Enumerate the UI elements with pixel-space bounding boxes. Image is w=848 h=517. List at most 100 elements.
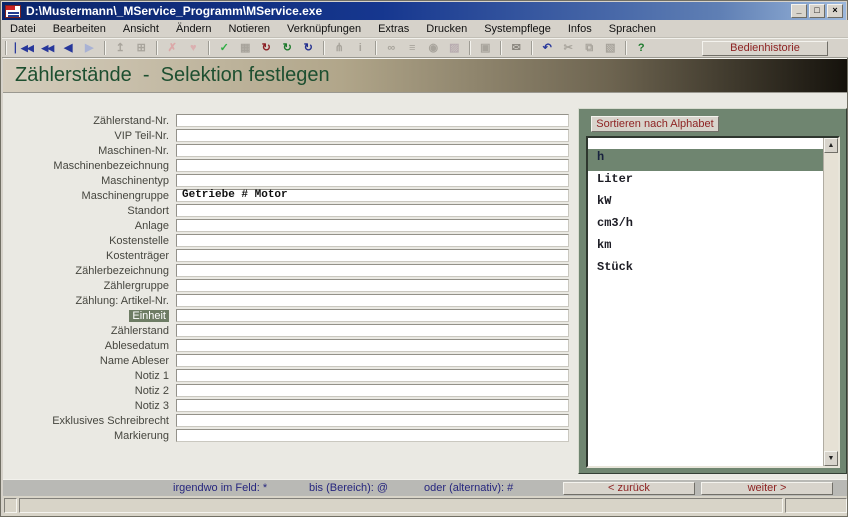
print-icon: ▣ [479, 40, 492, 56]
listbox-scrollbar[interactable]: ▲ ▼ [823, 138, 838, 466]
field-input-maschinengruppe[interactable]: Getriebe # Motor [176, 189, 569, 202]
toolbar-separator [5, 41, 7, 55]
menu-item-sprachen[interactable]: Sprachen [609, 23, 656, 35]
minimize-button[interactable]: _ [791, 4, 807, 18]
field-label-zählung-artikel-nr: Zählung: Artikel-Nr. [3, 295, 169, 308]
toolbar-separator [500, 41, 502, 55]
form-row-zählerbezeichnung: Zählerbezeichnung [3, 264, 578, 279]
toolbar-separator [156, 41, 158, 55]
hint-bar: irgendwo im Feld: * bis (Bereich): @ ode… [3, 479, 847, 496]
field-label-einheit: Einheit [3, 310, 169, 323]
field-input-markierung[interactable] [176, 429, 569, 442]
form-row-maschinentyp: Maschinentyp [3, 174, 578, 189]
form-row-zählung-artikel-nr: Zählung: Artikel-Nr. [3, 294, 578, 309]
field-label-zählerstand-nr: Zählerstand-Nr. [3, 115, 169, 128]
field-input-maschinentyp[interactable] [176, 174, 569, 187]
field-input-notiz-3[interactable] [176, 399, 569, 412]
field-label-markierung: Markierung [3, 430, 169, 443]
list-item-stück[interactable]: Stück [588, 259, 823, 281]
field-input-exklusives-schreibrecht[interactable] [176, 414, 569, 427]
confirm-icon[interactable]: ✓ [218, 40, 231, 56]
field-label-exklusives-schreibrecht: Exklusives Schreibrecht [3, 415, 169, 428]
mail-icon[interactable]: ✉ [510, 40, 523, 56]
form-row-notiz-2: Notiz 2 [3, 384, 578, 399]
field-input-vip-teil-nr[interactable] [176, 129, 569, 142]
menu-item-bearbeiten[interactable]: Bearbeiten [53, 23, 106, 35]
next-button[interactable]: weiter > [701, 482, 833, 495]
page-title: Zählerstände - Selektion festlegen [3, 64, 330, 87]
field-input-kostenträger[interactable] [176, 249, 569, 262]
field-input-name-ableser[interactable] [176, 354, 569, 367]
field-input-zählerbezeichnung[interactable] [176, 264, 569, 277]
list-item-km[interactable]: km [588, 237, 823, 259]
undo-icon[interactable]: ↶ [541, 40, 554, 56]
field-value-maschinengruppe: Getriebe # Motor [177, 190, 568, 201]
refresh-red-icon[interactable]: ↻ [260, 40, 273, 56]
field-label-zählerbezeichnung: Zählerbezeichnung [3, 265, 169, 278]
toolbar: ▏◀◀◀◀◀▶↥⊞✗♥✓▦↻↻↻⋔i∞≡◉▨▣✉↶✂⧉▧? Bedienhist… [2, 38, 848, 58]
field-label-maschinen-nr: Maschinen-Nr. [3, 145, 169, 158]
form-row-markierung: Markierung [3, 429, 578, 444]
field-input-zählergruppe[interactable] [176, 279, 569, 292]
field-label-maschinenbezeichnung: Maschinenbezeichnung [3, 160, 169, 173]
hint-or: oder (alternativ): # [424, 482, 513, 494]
field-input-notiz-1[interactable] [176, 369, 569, 382]
field-input-maschinenbezeichnung[interactable] [176, 159, 569, 172]
field-input-einheit[interactable] [176, 309, 569, 322]
field-input-maschinen-nr[interactable] [176, 144, 569, 157]
scroll-up-icon[interactable]: ▲ [824, 138, 838, 153]
chart-icon: ▨ [448, 40, 461, 56]
refresh-green-icon[interactable]: ↻ [281, 40, 294, 56]
maximize-button[interactable]: □ [809, 4, 825, 18]
field-label-notiz-2: Notiz 2 [3, 385, 169, 398]
menu-item-datei[interactable]: Datei [10, 23, 36, 35]
window-title: D:\Mustermann\_MService_Programm\MServic… [26, 4, 322, 18]
menu-item-ansicht[interactable]: Ansicht [123, 23, 159, 35]
main-area: Zählerstand-Nr.VIP Teil-Nr.Maschinen-Nr.… [3, 93, 847, 479]
status-cell-left [4, 498, 17, 513]
status-cell-main [19, 498, 783, 513]
back-icon[interactable]: ◀ [62, 40, 75, 56]
form-row-ablesedatum: Ablesedatum [3, 339, 578, 354]
field-input-zählerstand-nr[interactable] [176, 114, 569, 127]
menu-item-notieren[interactable]: Notieren [228, 23, 270, 35]
form-row-notiz-1: Notiz 1 [3, 369, 578, 384]
fast-back-icon[interactable]: ◀◀ [41, 40, 54, 56]
field-input-zählung-artikel-nr[interactable] [176, 294, 569, 307]
cut-icon: ✂ [562, 40, 575, 56]
field-input-ablesedatum[interactable] [176, 339, 569, 352]
first-record-icon[interactable]: ▏◀◀ [15, 40, 33, 56]
menu-item-verknüpfungen[interactable]: Verknüpfungen [287, 23, 361, 35]
list-item-kw[interactable]: kW [588, 193, 823, 215]
scroll-down-icon[interactable]: ▼ [824, 451, 838, 466]
field-input-zählerstand[interactable] [176, 324, 569, 337]
field-input-kostenstelle[interactable] [176, 234, 569, 247]
form-row-notiz-3: Notiz 3 [3, 399, 578, 414]
forward-icon: ▶ [83, 40, 96, 56]
info-icon: i [354, 40, 367, 56]
form-row-vip-teil-nr: VIP Teil-Nr. [3, 129, 578, 144]
list-item-liter[interactable]: Liter [588, 171, 823, 193]
list-item-cm3-h[interactable]: cm3/h [588, 215, 823, 237]
sort-alphabet-button[interactable]: Sortieren nach Alphabet [591, 116, 719, 132]
field-label-maschinentyp: Maschinentyp [3, 175, 169, 188]
menu-item-systempflege[interactable]: Systempflege [484, 23, 551, 35]
field-input-standort[interactable] [176, 204, 569, 217]
field-input-notiz-2[interactable] [176, 384, 569, 397]
help-icon[interactable]: ? [635, 40, 648, 56]
hint-range: bis (Bereich): @ [309, 482, 388, 494]
menu-item-ändern[interactable]: Ändern [176, 23, 211, 35]
menu-item-drucken[interactable]: Drucken [426, 23, 467, 35]
paste-icon: ▧ [604, 40, 617, 56]
bedienhistorie-button[interactable]: Bedienhistorie [702, 41, 828, 56]
refresh-blue-icon[interactable]: ↻ [302, 40, 315, 56]
field-input-anlage[interactable] [176, 219, 569, 232]
menu-item-infos[interactable]: Infos [568, 23, 592, 35]
list-item-h[interactable]: h [588, 149, 823, 171]
unit-listbox: hLiterkWcm3/hkmStück ▲ ▼ [586, 136, 840, 468]
close-button[interactable]: × [827, 4, 843, 18]
list-icon: ≡ [406, 40, 419, 56]
form-row-standort: Standort [3, 204, 578, 219]
menu-item-extras[interactable]: Extras [378, 23, 409, 35]
back-button[interactable]: < zurück [563, 482, 695, 495]
